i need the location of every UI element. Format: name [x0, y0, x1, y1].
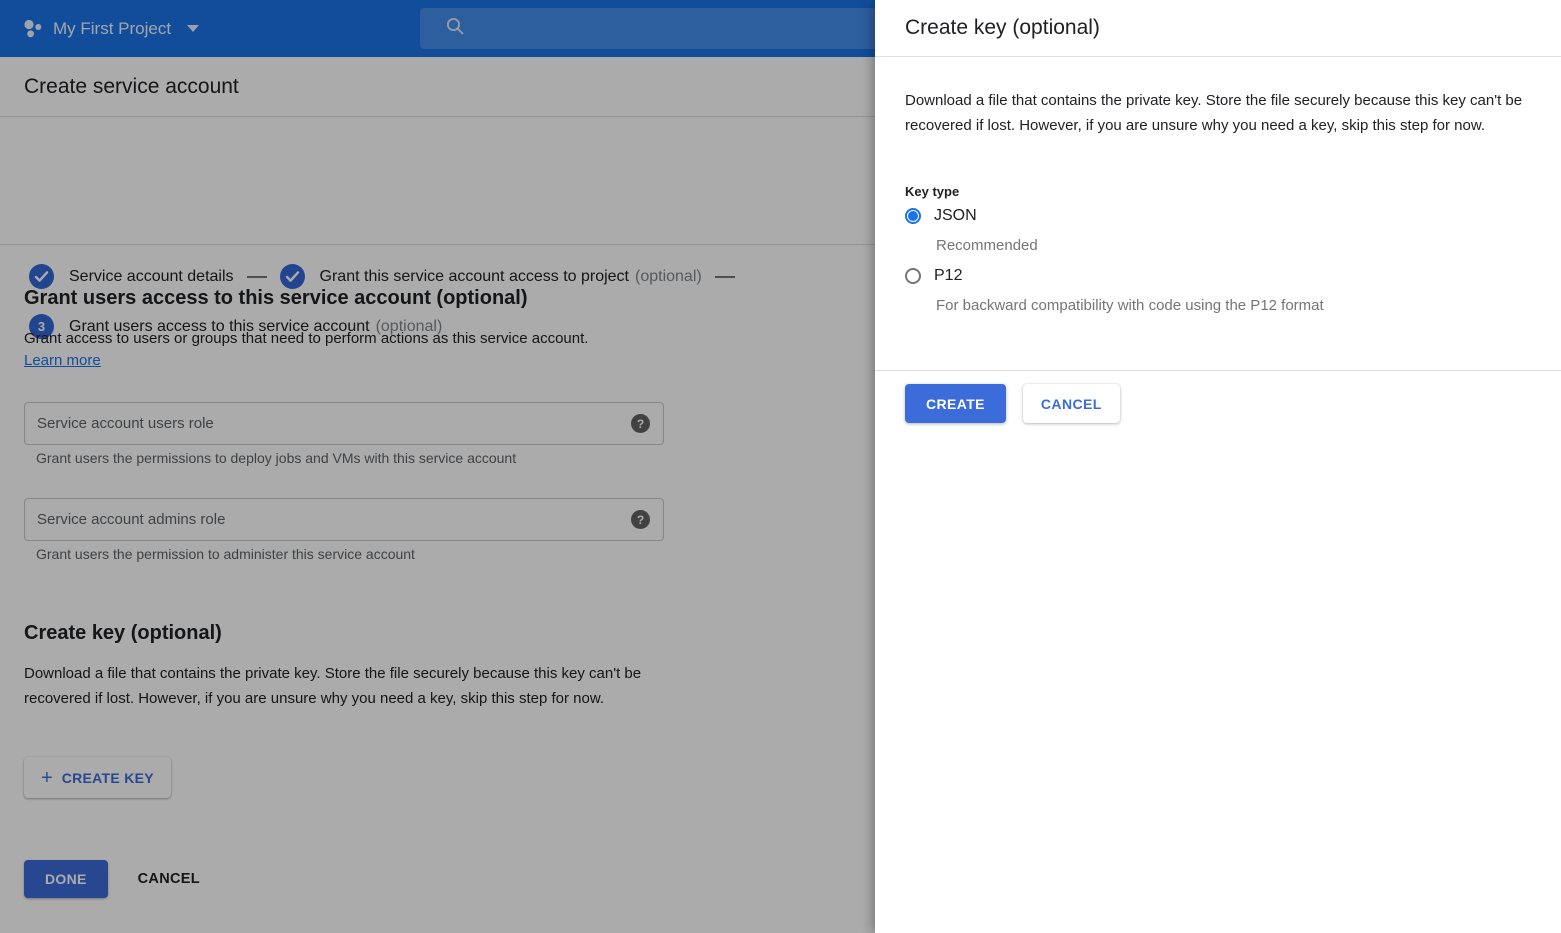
- modal-scrim[interactable]: [0, 0, 875, 933]
- panel-actions: CREATE CANCEL: [905, 384, 1120, 423]
- radio-p12-label: P12: [934, 267, 962, 285]
- radio-unselected-icon: [905, 268, 921, 284]
- screen: My First Project Create service account: [0, 0, 1561, 933]
- radio-selected-icon: [905, 208, 921, 224]
- radio-option-json[interactable]: JSON: [905, 207, 977, 225]
- radio-dot: [908, 211, 918, 221]
- panel-description: Download a file that contains the privat…: [905, 88, 1537, 138]
- create-key-panel: Create key (optional) Download a file th…: [875, 0, 1561, 933]
- json-description: Recommended: [936, 237, 1038, 254]
- panel-divider: [875, 370, 1561, 371]
- panel-cancel-button[interactable]: CANCEL: [1023, 384, 1120, 423]
- panel-title: Create key (optional): [905, 16, 1100, 40]
- radio-json-label: JSON: [934, 207, 977, 225]
- key-type-label: Key type: [905, 184, 959, 199]
- p12-description: For backward compatibility with code usi…: [936, 297, 1324, 314]
- create-button[interactable]: CREATE: [905, 384, 1006, 423]
- panel-header: Create key (optional): [875, 0, 1561, 57]
- radio-option-p12[interactable]: P12: [905, 267, 962, 285]
